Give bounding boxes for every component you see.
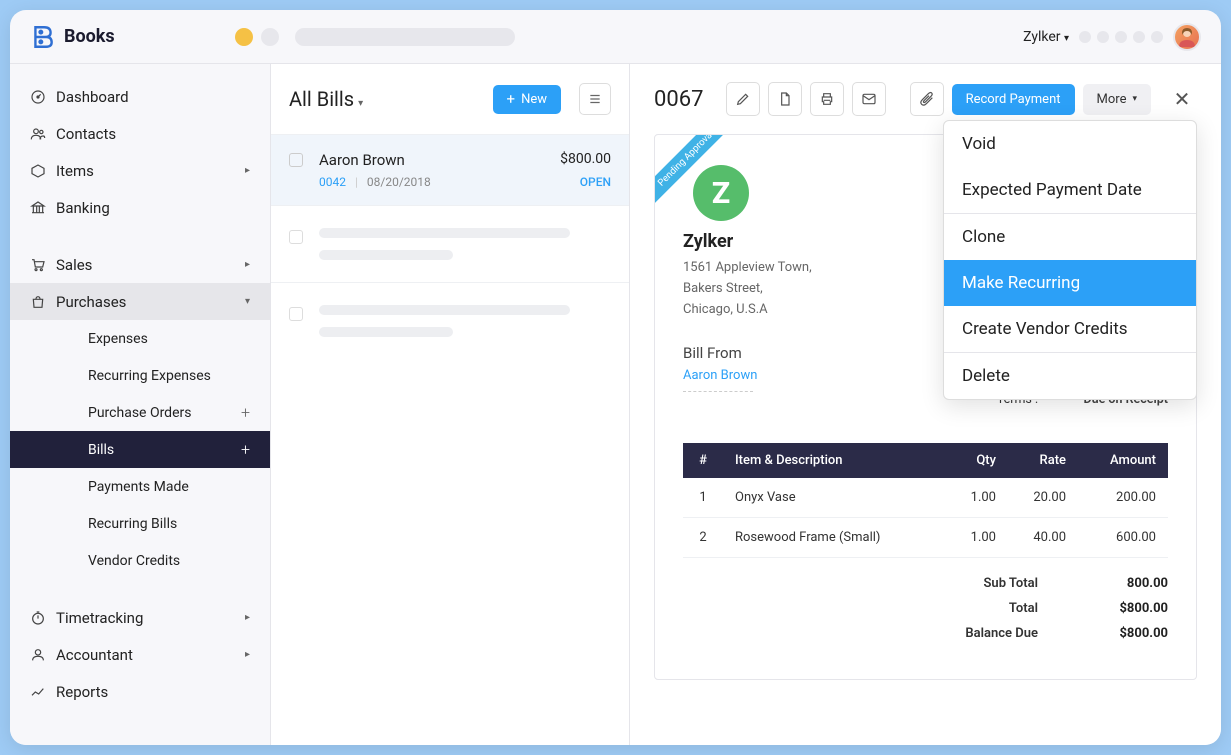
vendor-logo: Z — [693, 165, 749, 221]
bill-detail: 0067 Record Payment More▾ ✕ Void Expecte… — [630, 64, 1221, 745]
user-avatar[interactable] — [1173, 23, 1201, 51]
user-icon — [30, 647, 46, 663]
pdf-button[interactable] — [768, 82, 802, 116]
plus-icon: + — [507, 92, 516, 107]
nav-vendor-credits[interactable]: Vendor Credits — [10, 542, 270, 579]
print-icon — [819, 91, 835, 107]
bill-from-label: Bill From — [683, 344, 757, 362]
close-button[interactable]: ✕ — [1167, 87, 1197, 111]
dropdown-delete[interactable]: Delete — [944, 353, 1196, 399]
plus-icon[interactable]: + — [241, 403, 250, 422]
list-item-date: 08/20/2018 — [367, 175, 431, 189]
nav-bills[interactable]: Bills+ — [10, 431, 270, 468]
sidebar: Dashboard Contacts Items ▸ Banking Sales… — [10, 64, 270, 745]
bank-icon — [30, 200, 46, 216]
dropdown-make-recurring[interactable]: Make Recurring — [944, 260, 1196, 306]
nav-items[interactable]: Items ▸ — [10, 152, 270, 189]
gauge-icon — [30, 89, 46, 105]
bag-icon — [30, 294, 46, 310]
list-item-name: Aaron Brown — [319, 151, 405, 169]
more-dropdown: Void Expected Payment Date Clone Make Re… — [943, 120, 1197, 400]
edit-button[interactable] — [726, 82, 760, 116]
attach-button[interactable] — [910, 82, 944, 116]
app-name: Books — [64, 26, 115, 47]
chart-icon — [30, 684, 46, 700]
more-button[interactable]: More▾ — [1083, 84, 1151, 115]
list-item-placeholder — [271, 282, 629, 359]
grey-dot — [261, 28, 279, 46]
nav-recurring-expenses[interactable]: Recurring Expenses — [10, 357, 270, 394]
plus-icon[interactable]: + — [241, 440, 250, 459]
print-button[interactable] — [810, 82, 844, 116]
dropdown-vendor-credits[interactable]: Create Vendor Credits — [944, 306, 1196, 352]
file-icon — [777, 91, 793, 107]
checkbox[interactable] — [289, 153, 303, 167]
list-item-number: 0042 — [319, 175, 346, 189]
nav-reports[interactable]: Reports — [10, 673, 270, 710]
grey-pill — [295, 28, 515, 46]
table-row: 1 Onyx Vase 1.00 20.00 200.00 — [683, 478, 1168, 518]
nav-sales[interactable]: Sales ▸ — [10, 246, 270, 283]
app-header: Books Zylker ▾ — [10, 10, 1221, 64]
dropdown-clone[interactable]: Clone — [944, 214, 1196, 260]
nav-payments-made[interactable]: Payments Made — [10, 468, 270, 505]
list-menu-button[interactable] — [579, 83, 611, 115]
nav-dashboard[interactable]: Dashboard — [10, 78, 270, 115]
nav-purchases[interactable]: Purchases ▾ — [10, 283, 270, 320]
books-logo-icon — [30, 24, 56, 50]
chevron-right-icon: ▸ — [245, 649, 250, 660]
bill-number: 0067 — [654, 87, 703, 112]
nav-purchase-orders[interactable]: Purchase Orders+ — [10, 394, 270, 431]
chevron-right-icon: ▸ — [245, 259, 250, 270]
users-icon — [30, 126, 46, 142]
checkbox[interactable] — [289, 230, 303, 244]
nav-recurring-bills[interactable]: Recurring Bills — [10, 505, 270, 542]
app-logo: Books — [30, 24, 115, 50]
checkbox[interactable] — [289, 307, 303, 321]
list-item-placeholder — [271, 205, 629, 282]
header-placeholder — [235, 28, 515, 46]
list-item-amount: $800.00 — [560, 151, 611, 169]
list-item-status: OPEN — [580, 175, 611, 189]
nav-contacts[interactable]: Contacts — [10, 115, 270, 152]
line-items-table: # Item & Description Qty Rate Amount 1 O… — [683, 443, 1168, 558]
nav-timetracking[interactable]: Timetracking ▸ — [10, 599, 270, 636]
menu-icon — [588, 92, 602, 106]
yellow-dot — [235, 28, 253, 46]
paperclip-icon — [919, 91, 935, 107]
chevron-down-icon: ▾ — [245, 296, 250, 307]
nav-banking[interactable]: Banking — [10, 189, 270, 226]
header-nav-dots — [1079, 31, 1163, 43]
pencil-icon — [735, 91, 751, 107]
chevron-right-icon: ▸ — [245, 612, 250, 623]
timer-icon — [30, 610, 46, 626]
new-button[interactable]: +New — [493, 85, 561, 114]
bills-list: All Bills▾ +New Aaron Brown $800.00 0042… — [270, 64, 630, 745]
dropdown-void[interactable]: Void — [944, 121, 1196, 167]
bill-totals: Sub Total800.00 Total$800.00 Balance Due… — [683, 576, 1168, 641]
mail-icon — [861, 91, 877, 107]
nav-expenses[interactable]: Expenses — [10, 320, 270, 357]
bill-from-vendor[interactable]: Aaron Brown — [683, 368, 757, 383]
nav-accountant[interactable]: Accountant ▸ — [10, 636, 270, 673]
dropdown-expected-payment[interactable]: Expected Payment Date — [944, 167, 1196, 213]
list-title[interactable]: All Bills▾ — [289, 87, 363, 111]
list-item[interactable]: Aaron Brown $800.00 0042 | 08/20/2018 OP… — [271, 134, 629, 205]
record-payment-button[interactable]: Record Payment — [952, 84, 1075, 115]
cart-icon — [30, 257, 46, 273]
tag-icon — [30, 163, 46, 179]
org-switcher[interactable]: Zylker ▾ — [1023, 29, 1069, 45]
chevron-right-icon: ▸ — [245, 165, 250, 176]
email-button[interactable] — [852, 82, 886, 116]
table-row: 2 Rosewood Frame (Small) 1.00 40.00 600.… — [683, 518, 1168, 558]
